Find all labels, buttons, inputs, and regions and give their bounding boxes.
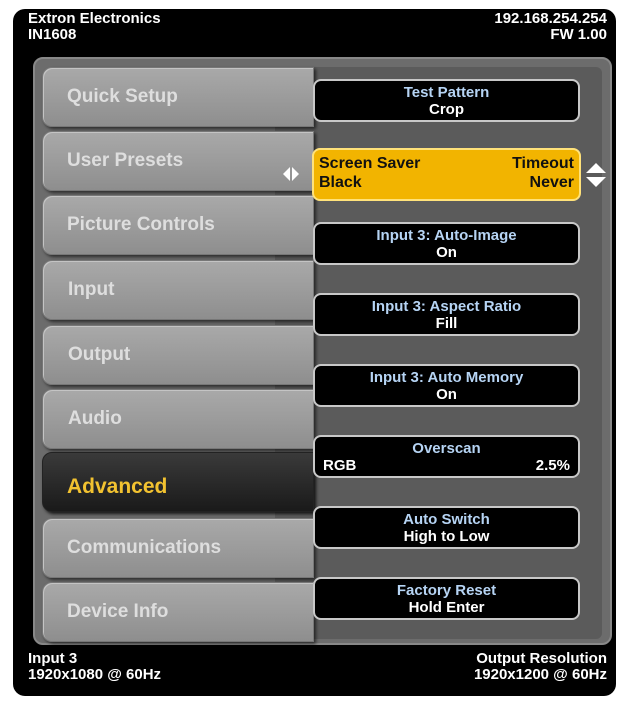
menu-tab-picture-controls[interactable]: Picture Controls (42, 195, 314, 255)
overscan-value: 2.5% (535, 457, 570, 474)
ip-address: 192.168.254.254 (494, 10, 607, 27)
footer-input-status: Input 3 1920x1080 @ 60Hz (28, 651, 161, 683)
auto-image-title: Input 3: Auto-Image (376, 227, 517, 244)
aspect-ratio-button[interactable]: Input 3: Aspect Ratio Fill (313, 293, 580, 336)
screen-saver-title: Screen Saver (319, 155, 421, 172)
output-label: Output Resolution (476, 650, 607, 667)
header-left: Extron Electronics IN1608 (28, 11, 161, 43)
firmware-version: FW 1.00 (550, 26, 607, 43)
screen-saver-selector[interactable]: Screen Saver Timeout Black Never (312, 148, 581, 201)
input-label: Input 3 (28, 650, 78, 667)
menu-tab-output[interactable]: Output (42, 325, 314, 385)
auto-memory-button[interactable]: Input 3: Auto Memory On (313, 364, 580, 407)
aspect-ratio-value: Fill (435, 315, 458, 332)
test-pattern-button[interactable]: Test Pattern Crop (313, 79, 580, 122)
auto-memory-title: Input 3: Auto Memory (369, 369, 524, 386)
overscan-button[interactable]: Overscan RGB 2.5% (313, 435, 580, 478)
factory-reset-title: Factory Reset (396, 582, 497, 599)
model-name: IN1608 (28, 26, 77, 43)
screen-saver-value: Black (319, 174, 362, 191)
factory-reset-button[interactable]: Factory Reset Hold Enter (313, 577, 580, 620)
screen-saver-timeout-value: Never (529, 174, 574, 191)
menu-tab-audio[interactable]: Audio (42, 389, 314, 449)
auto-image-value: On (436, 244, 457, 261)
overscan-title: Overscan (412, 440, 481, 457)
up-down-arrows-icon[interactable] (584, 161, 608, 189)
header-right: 192.168.254.254 FW 1.00 (494, 11, 607, 43)
menu-tab-user-presets[interactable]: User Presets (42, 131, 314, 191)
menu-tab-communications[interactable]: Communications (42, 518, 314, 578)
auto-memory-value: On (436, 386, 457, 403)
test-pattern-value: Crop (429, 101, 464, 118)
menu-tab-quick-setup[interactable]: Quick Setup (42, 67, 314, 127)
auto-switch-button[interactable]: Auto Switch High to Low (313, 506, 580, 549)
left-right-arrows-icon[interactable] (282, 165, 300, 183)
menu-tab-advanced[interactable]: Advanced (42, 452, 314, 512)
auto-image-button[interactable]: Input 3: Auto-Image On (313, 222, 580, 265)
auto-switch-value: High to Low (403, 528, 490, 545)
footer-output-status: Output Resolution 1920x1200 @ 60Hz (474, 651, 607, 683)
menu-tab-input[interactable]: Input (42, 260, 314, 320)
aspect-ratio-title: Input 3: Aspect Ratio (371, 298, 522, 315)
screen-saver-timeout-label: Timeout (512, 155, 574, 172)
auto-switch-title: Auto Switch (403, 511, 490, 528)
brand-name: Extron Electronics (28, 10, 161, 27)
test-pattern-title: Test Pattern (403, 84, 490, 101)
output-resolution: 1920x1200 @ 60Hz (473, 666, 607, 683)
overscan-signal-type: RGB (323, 457, 357, 474)
factory-reset-value: Hold Enter (408, 599, 485, 616)
input-resolution: 1920x1080 @ 60Hz (28, 666, 162, 683)
menu-tab-device-info[interactable]: Device Info (42, 582, 314, 642)
